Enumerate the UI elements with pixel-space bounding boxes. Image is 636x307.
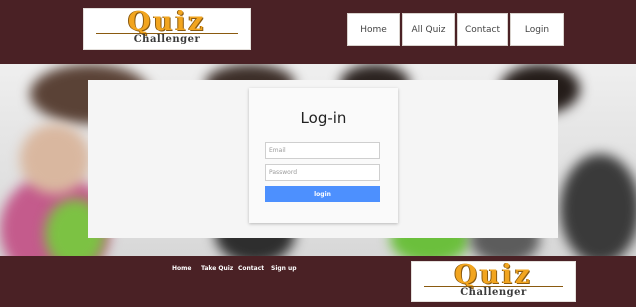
logo-subtitle: Challenger <box>460 287 527 298</box>
footer-link-sign-up[interactable]: Sign up <box>271 265 297 272</box>
logo-word: Quiz <box>127 8 207 37</box>
nav-all-quiz-button[interactable]: All Quiz <box>402 13 455 46</box>
footer-link-take-quiz[interactable]: Take Quiz <box>201 265 233 272</box>
password-field[interactable] <box>265 164 380 181</box>
footer-logo[interactable]: Quiz Challenger <box>411 261 576 302</box>
site-logo[interactable]: Quiz Challenger <box>83 8 251 50</box>
nav-contact-button[interactable]: Contact <box>457 13 508 46</box>
nav-login-button[interactable]: Login <box>510 13 564 46</box>
footer-link-contact[interactable]: Contact <box>238 265 264 272</box>
login-button[interactable]: login <box>265 186 380 202</box>
login-card: Log-in login <box>249 88 398 223</box>
logo-divider <box>424 286 563 287</box>
email-field[interactable] <box>265 142 380 159</box>
logo-subtitle: Challenger <box>133 34 201 45</box>
login-title: Log-in <box>300 109 347 127</box>
logo-divider <box>96 33 238 34</box>
footer-link-home[interactable]: Home <box>172 265 191 272</box>
logo-word: Quiz <box>454 261 533 290</box>
nav-home-button[interactable]: Home <box>347 13 400 46</box>
